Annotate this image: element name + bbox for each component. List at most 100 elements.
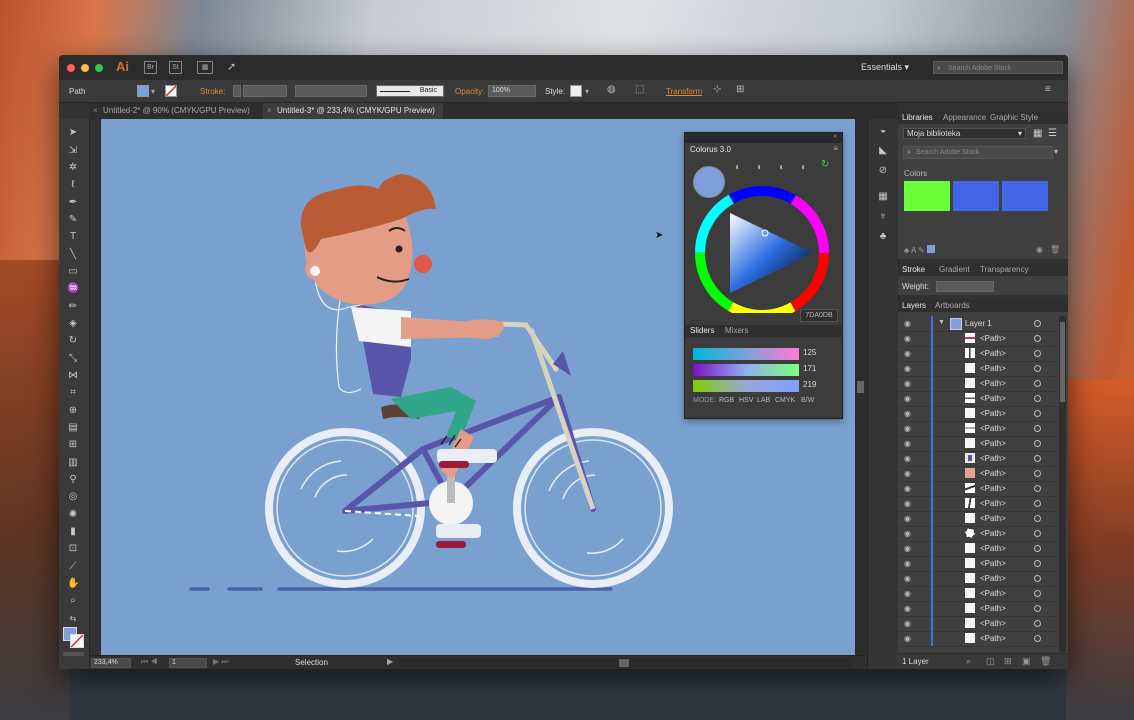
layer-target-icon[interactable] [1034,365,1041,372]
layer-target-icon[interactable] [1034,635,1041,642]
rotate-tool-icon[interactable]: ↻ [67,335,79,347]
bridge-button[interactable]: Br [144,61,157,74]
layer-row-path[interactable]: ◉ <Path> [898,631,1058,647]
stock-button[interactable]: St [169,61,182,74]
scale-tool-icon[interactable]: ⤡ [67,353,79,365]
tab-untitled-2[interactable]: × Untitled-2* @ 90% (CMYK/GPU Preview) [89,103,261,119]
layer-row-path[interactable]: ◉ <Path> [898,616,1058,632]
graphic-style-swatch[interactable] [570,85,582,97]
layer-row-path[interactable]: ◉ <Path> [898,511,1058,527]
recolor-artwork-icon[interactable]: ◍ [607,84,616,95]
zoom-button[interactable] [95,64,103,72]
library-search-input[interactable]: ⌕ Search Adobe Stock [903,146,1053,159]
visibility-eye-icon[interactable]: ◉ [904,559,911,568]
stock-search-input[interactable]: ⌕ Search Adobe Stock [933,61,1063,74]
layer-row-path[interactable]: ◉ <Path> [898,541,1058,557]
layer-row-path[interactable]: ◉ <Path> [898,586,1058,602]
artboard-field[interactable]: 1 [169,658,207,668]
type-icon[interactable]: A [911,246,916,255]
layer-target-icon[interactable] [1034,620,1041,627]
tab-appearance[interactable]: Appearance [943,113,986,122]
layer-target-icon[interactable] [1034,605,1041,612]
mode-bw[interactable]: B/W [801,397,814,404]
brushes-icon[interactable]: ♆ [877,211,889,223]
hscroll-thumb[interactable] [619,659,629,667]
minimize-button[interactable] [81,64,89,72]
visibility-eye-icon[interactable]: ◉ [904,409,911,418]
visibility-eye-icon[interactable]: ◉ [904,424,911,433]
layer-target-icon[interactable] [1034,440,1041,447]
tab-stroke[interactable]: Stroke [902,265,925,274]
visibility-eye-icon[interactable]: ◉ [904,589,911,598]
library-swatch[interactable] [1002,181,1048,211]
brush-icon[interactable]: ✎ [918,246,925,255]
layer-row-path[interactable]: ◉ <Path> [898,346,1058,362]
visibility-eye-icon[interactable]: ◉ [904,634,911,643]
layer-row-path[interactable]: ◉ <Path> [898,601,1058,617]
panel-menu-icon[interactable]: ≡ [833,144,838,153]
locate-object-icon[interactable]: ⌕ [966,656,971,667]
close-tab-icon[interactable]: × [267,103,272,119]
swap-fill-stroke-icon[interactable]: ⇆ [67,613,79,625]
visibility-eye-icon[interactable]: ◉ [904,379,911,388]
tab-transparency[interactable]: Transparency [980,265,1029,274]
stroke-weight-field[interactable] [243,85,287,97]
visibility-eye-icon[interactable]: ◉ [904,439,911,448]
layer-target-icon[interactable] [1034,470,1041,477]
control-bar-menu-icon[interactable]: ≡ [1045,84,1051,95]
layer-row-path[interactable]: ◉ <Path> [898,571,1058,587]
close-button[interactable] [67,64,75,72]
column-graph-tool-icon[interactable]: ▮ [67,526,79,538]
layer-row-path[interactable]: ◉ <Path> [898,496,1058,512]
library-swatch[interactable] [904,181,950,211]
tab-layers[interactable]: Layers [902,301,926,310]
layer-target-icon[interactable] [1034,350,1041,357]
visibility-eye-icon[interactable]: ◉ [904,454,911,463]
slider-3[interactable] [693,380,799,392]
visibility-eye-icon[interactable]: ◉ [904,544,911,553]
visibility-eye-icon[interactable]: ◉ [904,604,911,613]
status-menu-icon[interactable]: ▶ [387,657,393,666]
layer-row-path[interactable]: ◉ <Path> [898,391,1058,407]
refresh-icon[interactable]: ↻ [821,159,829,170]
library-dropdown[interactable]: Moja biblioteka ▾ [903,128,1026,139]
libraries-icon[interactable]: ◣ [877,145,889,157]
tab-sliders[interactable]: Sliders [690,326,714,335]
list-view-icon[interactable]: ☰ [1048,128,1057,139]
visibility-eye-icon[interactable]: ◉ [904,349,911,358]
layers-scrollbar[interactable] [1059,316,1066,652]
line-tool-icon[interactable]: ╲ [67,249,79,261]
tab-libraries[interactable]: Libraries [902,113,933,122]
harmony-icon[interactable]: ◐ [757,162,763,173]
layer-row-path[interactable]: ◉ <Path> [898,331,1058,347]
variable-width-profile[interactable] [295,85,367,97]
sync-icon[interactable]: ◉ [1036,245,1043,254]
fill-dropdown-icon[interactable]: ▾ [151,87,155,96]
harmony-presets[interactable]: ◐ ◐ ◐ ◐ ↻ [717,159,829,174]
zoom-tool-icon[interactable]: ⌕ [67,595,79,607]
style-dropdown-icon[interactable]: ▾ [585,87,589,96]
layer-target-icon[interactable] [1034,500,1041,507]
scroll-thumb[interactable] [857,381,864,393]
mode-cmyk[interactable]: CMYK [775,397,795,404]
mode-rgb[interactable]: RGB [719,397,734,404]
symbols-icon[interactable]: ♣ [877,231,889,243]
layer-target-icon[interactable] [1034,455,1041,462]
blend-tool-icon[interactable]: ◎ [67,491,79,503]
hex-field[interactable]: 7DA0DB [800,309,838,322]
isolate-object-icon[interactable]: ⊞ [736,84,744,95]
mesh-tool-icon[interactable]: ⊞ [67,439,79,451]
harmony-icon[interactable]: ◐ [779,162,785,173]
layer-row-path[interactable]: ◉ <Path> [898,466,1058,482]
layer-target-icon[interactable] [1034,575,1041,582]
paintbrush-tool-icon[interactable]: ♒ [67,283,79,295]
chevron-down-icon[interactable]: ▾ [1054,147,1058,156]
layer-target-icon[interactable] [1034,530,1041,537]
visibility-eye-icon[interactable]: ◉ [904,394,911,403]
layer-row-path[interactable]: ◉ <Path> [898,361,1058,377]
shaper-tool-icon[interactable]: ✏ [67,301,79,313]
harmony-icon[interactable]: ◐ [801,162,807,173]
next-artboard-icon[interactable]: ▶ ⏭ [213,657,229,667]
zoom-field[interactable]: 233,4% [91,658,131,668]
tab-gradient[interactable]: Gradient [939,265,970,274]
